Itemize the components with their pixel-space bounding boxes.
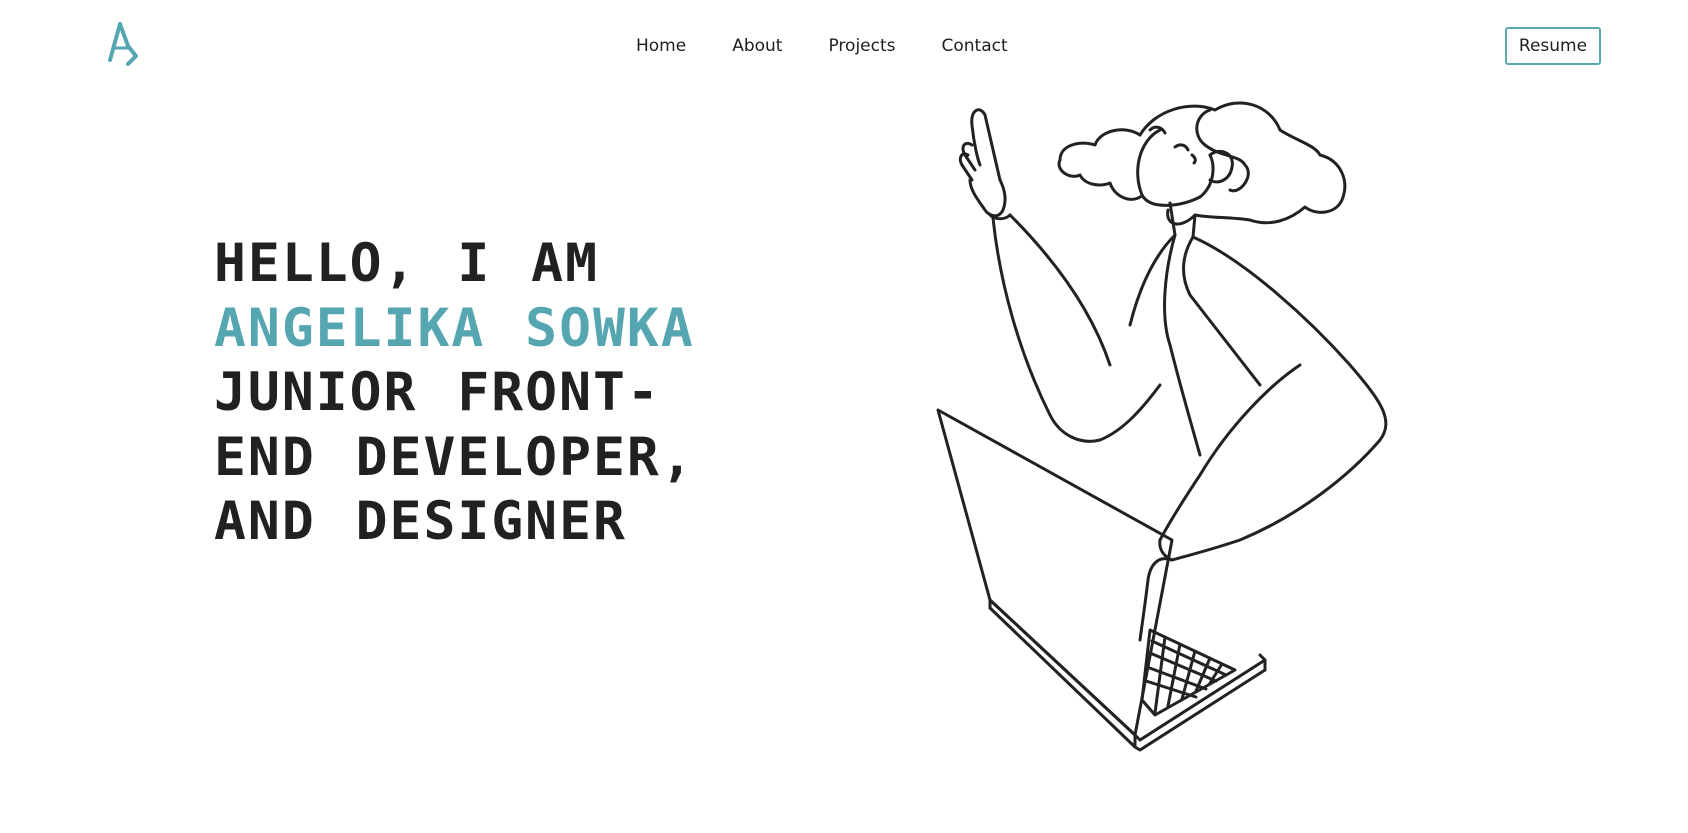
hero-line-greeting: HELLO, I AM: [214, 233, 599, 294]
hero-line-role-2: END DEVELOPER,: [214, 426, 695, 488]
woman-with-laptop-illustration-icon: [936, 101, 1388, 752]
hero-line-role-3: AND DESIGNER: [214, 491, 627, 552]
page: Home About Projects Contact Resume HELLO…: [0, 0, 1688, 833]
monogram-logo-icon[interactable]: [106, 22, 140, 66]
nav-home-link[interactable]: Home: [636, 36, 686, 56]
resume-button[interactable]: Resume: [1505, 27, 1601, 65]
hero-headline: HELLO, I AM ANGELIKA SOWKA JUNIOR FRONT-…: [214, 232, 874, 555]
main-nav: Home About Projects Contact: [636, 36, 1008, 56]
hero-line-role-1: JUNIOR FRONT-: [214, 362, 661, 423]
nav-about-link[interactable]: About: [732, 36, 782, 56]
nav-contact-link[interactable]: Contact: [942, 36, 1008, 56]
hero-line-name: ANGELIKA SOWKA: [214, 297, 695, 359]
nav-projects-link[interactable]: Projects: [828, 36, 895, 56]
